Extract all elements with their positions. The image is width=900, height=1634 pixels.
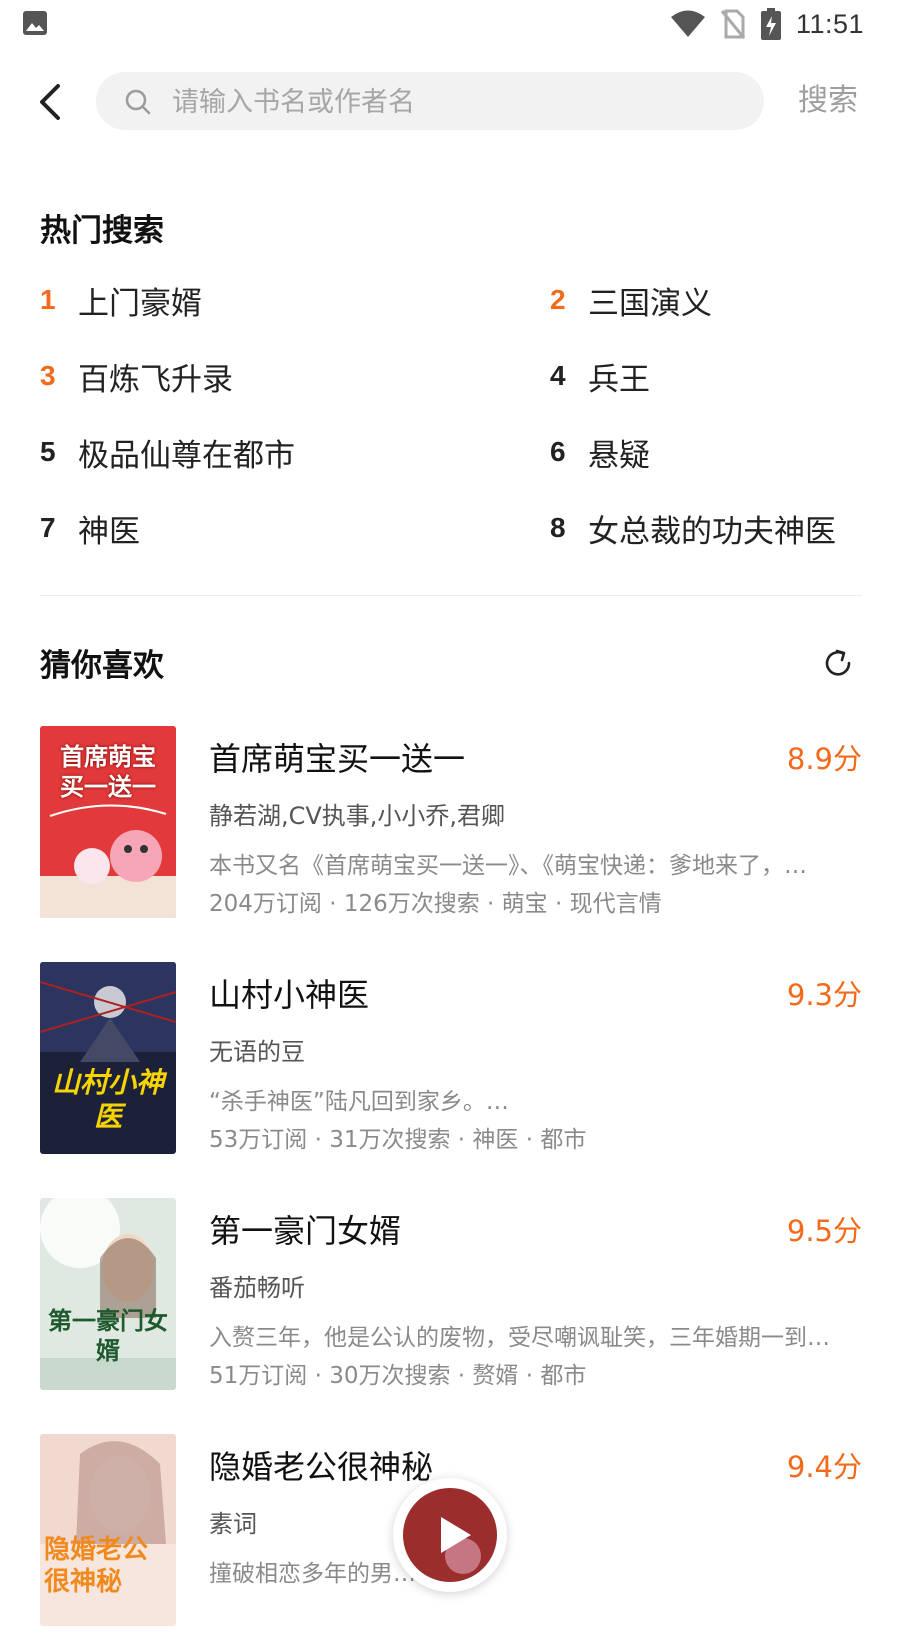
refresh-icon[interactable] xyxy=(823,648,853,678)
battery-charging-icon xyxy=(760,8,781,40)
hot-search-item[interactable]: 1 上门豪婿 xyxy=(40,280,202,322)
book-meta: 51万订阅 · 30万次搜索 · 赘婿 · 都市 xyxy=(209,1363,587,1389)
book-cover[interactable]: 第一豪门女婿 xyxy=(40,1198,176,1390)
hot-label: 女总裁的功夫神医 xyxy=(588,513,836,550)
hot-rank: 3 xyxy=(40,360,56,391)
status-icons: 11:51 xyxy=(670,6,864,42)
hot-label: 三国演义 xyxy=(588,285,712,322)
book-score: 9.4分 xyxy=(786,1450,862,1484)
hot-search-item[interactable]: 7 神医 xyxy=(40,508,140,550)
hot-search-item[interactable]: 8 女总裁的功夫神医 xyxy=(550,508,836,550)
hot-rank: 8 xyxy=(550,512,566,543)
hot-search-item[interactable]: 4 兵王 xyxy=(550,356,650,398)
hot-label: 悬疑 xyxy=(588,437,650,474)
cover-title: 隐婚老公很神秘 xyxy=(44,1535,149,1597)
book-description: 本书又名《首席萌宝买一送一》、《萌宝快递：爹地来了，… xyxy=(209,853,807,879)
hot-rank: 5 xyxy=(40,436,56,467)
status-time: 11:51 xyxy=(795,8,864,39)
book-score: 9.5分 xyxy=(786,1214,862,1248)
hot-rank: 4 xyxy=(550,360,566,391)
hot-label: 极品仙尊在都市 xyxy=(78,437,295,474)
status-bar: 11:51 xyxy=(0,0,900,48)
back-arrow-icon[interactable] xyxy=(34,80,68,124)
book-title: 首席萌宝买一送一 xyxy=(209,740,466,778)
hot-search-item[interactable]: 3 百炼飞升录 xyxy=(40,356,233,398)
book-meta: 204万订阅 · 126万次搜索 · 萌宝 · 现代言情 xyxy=(209,891,662,917)
cover-title: 第一豪门女婿 xyxy=(48,1307,168,1365)
search-input[interactable] xyxy=(170,72,734,132)
book-description: “杀手神医”陆凡回到家乡。… xyxy=(209,1089,509,1115)
book-author: 素词 xyxy=(209,1510,257,1538)
floating-audio-player[interactable] xyxy=(393,1478,507,1592)
hot-rank: 6 xyxy=(550,436,566,467)
book-item[interactable]: 首席萌宝买一送一 首席萌宝买一送一 8.9分 静若湖,CV执事,小小乔,君卿 本… xyxy=(0,726,900,926)
book-cover[interactable]: 首席萌宝买一送一 xyxy=(40,726,176,918)
hot-label: 兵王 xyxy=(588,361,650,398)
book-title: 山村小神医 xyxy=(209,976,370,1014)
hot-label: 上门豪婿 xyxy=(78,285,202,322)
hot-search-item[interactable]: 2 三国演义 xyxy=(550,280,712,322)
section-divider xyxy=(40,595,862,596)
book-score: 8.9分 xyxy=(786,742,862,776)
book-meta: 53万订阅 · 31万次搜索 · 神医 · 都市 xyxy=(209,1127,587,1153)
search-button[interactable]: 搜索 xyxy=(798,74,858,128)
image-icon xyxy=(23,11,47,35)
hot-rank: 2 xyxy=(550,284,566,315)
search-box[interactable] xyxy=(96,72,764,132)
hot-label: 百炼飞升录 xyxy=(78,361,233,398)
wifi-icon xyxy=(670,10,705,37)
book-cover[interactable]: 隐婚老公很神秘 xyxy=(40,1434,176,1626)
book-item[interactable]: 第一豪门女婿 第一豪门女婿 9.5分 番茄畅听 入赘三年，他是公认的废物，受尽嘲… xyxy=(0,1198,900,1398)
cover-title: 首席萌宝买一送一 xyxy=(60,743,156,801)
book-author: 番茄畅听 xyxy=(209,1274,305,1302)
search-bar: 搜索 xyxy=(0,60,900,140)
book-cover[interactable]: 山村小神医 xyxy=(40,962,176,1154)
book-title: 隐婚老公很神秘 xyxy=(209,1448,434,1486)
search-icon xyxy=(125,89,151,115)
play-icon[interactable] xyxy=(429,1511,477,1559)
cover-title: 山村小神医 xyxy=(51,1066,164,1133)
hot-rank: 1 xyxy=(40,284,56,315)
book-item[interactable]: 山村小神医 山村小神医 9.3分 无语的豆 “杀手神医”陆凡回到家乡。… 53万… xyxy=(0,962,900,1162)
hot-search-item[interactable]: 5 极品仙尊在都市 xyxy=(40,432,295,474)
book-description: 撞破相恋多年的男… xyxy=(209,1561,416,1587)
guess-title: 猜你喜欢 xyxy=(40,648,164,684)
book-author: 无语的豆 xyxy=(209,1038,305,1066)
hot-label: 神医 xyxy=(78,513,140,550)
hot-rank: 7 xyxy=(40,512,56,543)
book-author: 静若湖,CV执事,小小乔,君卿 xyxy=(209,802,506,830)
book-score: 9.3分 xyxy=(786,978,862,1012)
no-sim-icon xyxy=(720,9,746,39)
hot-search-title: 热门搜索 xyxy=(40,213,164,249)
book-description: 入赘三年，他是公认的废物，受尽嘲讽耻笑，三年婚期一到… xyxy=(209,1325,830,1351)
hot-search-item[interactable]: 6 悬疑 xyxy=(550,432,650,474)
book-title: 第一豪门女婿 xyxy=(209,1212,402,1250)
